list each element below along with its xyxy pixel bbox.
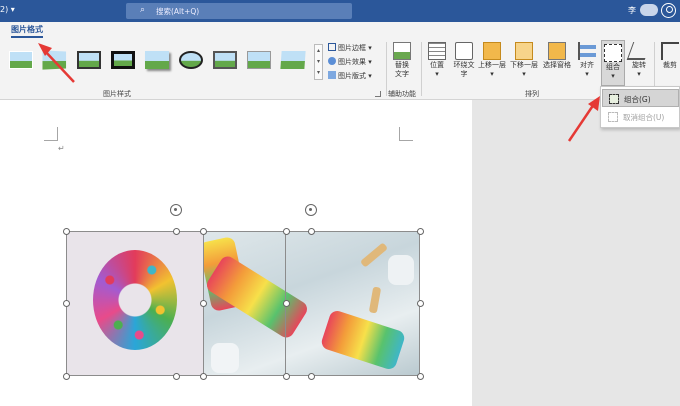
wrap-text-icon [455, 42, 473, 60]
search-placeholder: 搜索(Alt+Q) [156, 7, 200, 16]
picture-effects-button[interactable]: 图片效果 ▾ [328, 57, 372, 67]
picture-style-thumb[interactable] [40, 48, 70, 72]
resize-handle[interactable] [63, 373, 70, 380]
alt-text-button[interactable]: 替换 文字 [391, 42, 413, 79]
picture-style-thumb[interactable] [176, 48, 206, 72]
crop-button[interactable]: 裁剪 [660, 42, 680, 70]
search-box[interactable]: ⌕ 搜索(Alt+Q) [126, 3, 352, 19]
divider [421, 42, 422, 96]
rotate-icon [626, 42, 652, 60]
rotate-handle-icon[interactable] [170, 204, 182, 216]
picture-layout-button[interactable]: 图片版式 ▾ [328, 71, 372, 81]
resize-handle[interactable] [417, 373, 424, 380]
picture-style-thumb[interactable] [244, 48, 274, 72]
resize-handle[interactable] [63, 228, 70, 235]
resize-handle[interactable] [417, 300, 424, 307]
resize-handle[interactable] [283, 373, 290, 380]
picture-border-button[interactable]: 图片边框 ▾ [328, 43, 372, 53]
ribbon-tab-bar: 图片格式 [0, 22, 680, 38]
picture-style-thumb[interactable] [278, 48, 308, 72]
margin-corner-mark [44, 127, 58, 141]
resize-handle[interactable] [173, 373, 180, 380]
selection-frame-right [203, 231, 420, 376]
tab-picture-format[interactable]: 图片格式 [11, 24, 43, 38]
position-button[interactable]: 位置 ▾ [426, 42, 448, 79]
bring-forward-icon [483, 42, 501, 60]
picture-style-thumb[interactable] [210, 48, 240, 72]
group-icon [609, 94, 619, 104]
menu-item-ungroup[interactable]: 取消组合(U) [602, 108, 679, 126]
alt-text-icon [393, 42, 411, 60]
picture-style-thumb[interactable] [142, 48, 172, 72]
quick-access-text[interactable]: 2) ▾ [0, 5, 15, 14]
send-backward-button[interactable]: 下移一层 ▾ [510, 42, 538, 79]
picture-effects-icon [328, 57, 336, 65]
picture-style-thumb[interactable] [6, 48, 36, 72]
crop-icon [661, 42, 679, 60]
resize-handle[interactable] [200, 228, 207, 235]
rotate-handle-icon[interactable] [305, 204, 317, 216]
position-icon [428, 42, 446, 60]
gallery-scroll[interactable]: ▴ ▾ ▾ [314, 44, 323, 80]
paragraph-mark: ↵ [58, 144, 65, 153]
picture-style-thumb[interactable] [108, 48, 138, 72]
align-icon [578, 42, 596, 60]
picture-layout-icon [328, 71, 336, 79]
resize-handle[interactable] [283, 228, 290, 235]
resize-handle[interactable] [200, 373, 207, 380]
send-backward-icon [515, 42, 533, 60]
canvas-background [472, 100, 680, 406]
group-label-arrange: 排列 [525, 90, 539, 98]
selection-pane-icon [548, 42, 566, 60]
group-icon [604, 44, 622, 62]
group-label-picture-styles: 图片样式 [103, 90, 131, 98]
rotate-button[interactable]: 旋转 ▾ [626, 42, 652, 79]
margin-corner-mark [399, 127, 413, 141]
menu-item-group[interactable]: 组合(G) [602, 89, 679, 107]
group-label-accessibility: 辅助功能 [388, 90, 416, 98]
picture-border-icon [328, 43, 336, 51]
selection-pane-button[interactable]: 选择窗格 [542, 42, 572, 70]
ungroup-icon [608, 112, 618, 122]
title-bar: 2) ▾ ⌕ 搜索(Alt+Q) 李 [0, 0, 680, 22]
resize-handle[interactable] [308, 228, 315, 235]
search-icon: ⌕ [140, 5, 146, 15]
group-dropdown-menu: 组合(G) 取消组合(U) [600, 86, 680, 128]
resize-handle[interactable] [308, 373, 315, 380]
align-button[interactable]: 对齐 ▾ [576, 42, 598, 79]
resize-handle[interactable] [417, 228, 424, 235]
resize-handle[interactable] [200, 300, 207, 307]
resize-handle[interactable] [283, 300, 290, 307]
picture-style-thumb[interactable] [74, 48, 104, 72]
divider [386, 42, 387, 96]
bring-forward-button[interactable]: 上移一层 ▾ [478, 42, 506, 79]
wrap-text-button[interactable]: 环绕文 字 [452, 42, 476, 79]
dialog-launcher-icon[interactable] [375, 91, 381, 97]
resize-handle[interactable] [173, 228, 180, 235]
user-name[interactable]: 李 [628, 5, 636, 16]
group-button[interactable]: 组合 ▾ [601, 40, 625, 86]
account-cloud-icon [640, 4, 658, 16]
resize-handle[interactable] [63, 300, 70, 307]
ribbon: ▴ ▾ ▾ 图片边框 ▾ 图片效果 ▾ 图片版式 ▾ 图片样式 替换 文字 辅助功能… [0, 38, 680, 100]
avatar[interactable] [661, 3, 676, 18]
